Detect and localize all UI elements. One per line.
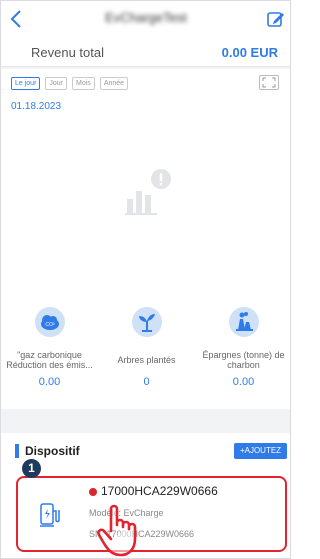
env-value-co2: 0.00	[38, 376, 61, 388]
co2-icon: CO²	[34, 307, 65, 337]
tree-icon	[131, 307, 162, 337]
section-accent	[15, 444, 19, 458]
chevron-left-icon	[10, 10, 21, 28]
charger-icon	[40, 502, 62, 528]
env-label-co2: "gaz carbonique Réduction des émis...	[6, 350, 93, 370]
back-button[interactable]	[9, 9, 29, 31]
top-bar: EvChargeTest	[1, 1, 290, 39]
env-value-trees: 0	[143, 376, 150, 388]
expand-icon[interactable]	[259, 75, 279, 90]
svg-text:CO²: CO²	[45, 322, 55, 328]
revenue-row: Revenu total 0.00 EUR	[1, 39, 290, 67]
device-serial: 17000HCA229W0666	[101, 484, 218, 498]
tap-hand-icon	[95, 501, 147, 557]
env-item-co2: CO² "gaz carbonique Réduction des émis...…	[1, 307, 98, 388]
tab-le-jour[interactable]: Le jour	[11, 77, 41, 90]
page-title: EvChargeTest	[105, 10, 187, 25]
period-tabs: Le jour Jour Mois Année	[11, 77, 129, 90]
device-card[interactable]: 17000HCA229W0666 Modèle: EvCharge SN: 17…	[16, 476, 287, 552]
edit-icon[interactable]	[267, 10, 285, 28]
env-item-coal: Épargnes (tonne) de charbon 0.00	[195, 307, 290, 388]
tab-annee[interactable]: Année	[99, 77, 129, 90]
empty-chart-icon	[123, 169, 175, 221]
chart-panel: Le jour Jour Mois Année 01.18.2023	[1, 69, 290, 291]
environment-panel: CO² "gaz carbonique Réduction des émis...…	[1, 291, 290, 409]
devices-header: Dispositif	[15, 443, 80, 459]
tab-jour[interactable]: Jour	[45, 77, 68, 90]
revenue-label: Revenu total	[31, 45, 104, 60]
tab-mois[interactable]: Mois	[72, 77, 95, 90]
factory-icon	[228, 307, 259, 337]
step-badge: 1	[22, 459, 41, 478]
devices-title: Dispositif	[25, 444, 80, 458]
env-label-trees: Arbres plantés	[117, 355, 176, 365]
chart-date: 01.18.2023	[11, 101, 62, 112]
app-screen: EvChargeTest Revenu total 0.00 EUR Le jo…	[0, 0, 291, 559]
env-item-trees: Arbres plantés 0	[98, 307, 195, 388]
revenue-value: 0.00 EUR	[221, 45, 278, 60]
add-device-button[interactable]: +AJOUTEZ	[234, 443, 287, 459]
status-dot	[89, 488, 97, 496]
env-label-coal: Épargnes (tonne) de charbon	[202, 350, 285, 370]
env-value-coal: 0.00	[232, 376, 255, 388]
